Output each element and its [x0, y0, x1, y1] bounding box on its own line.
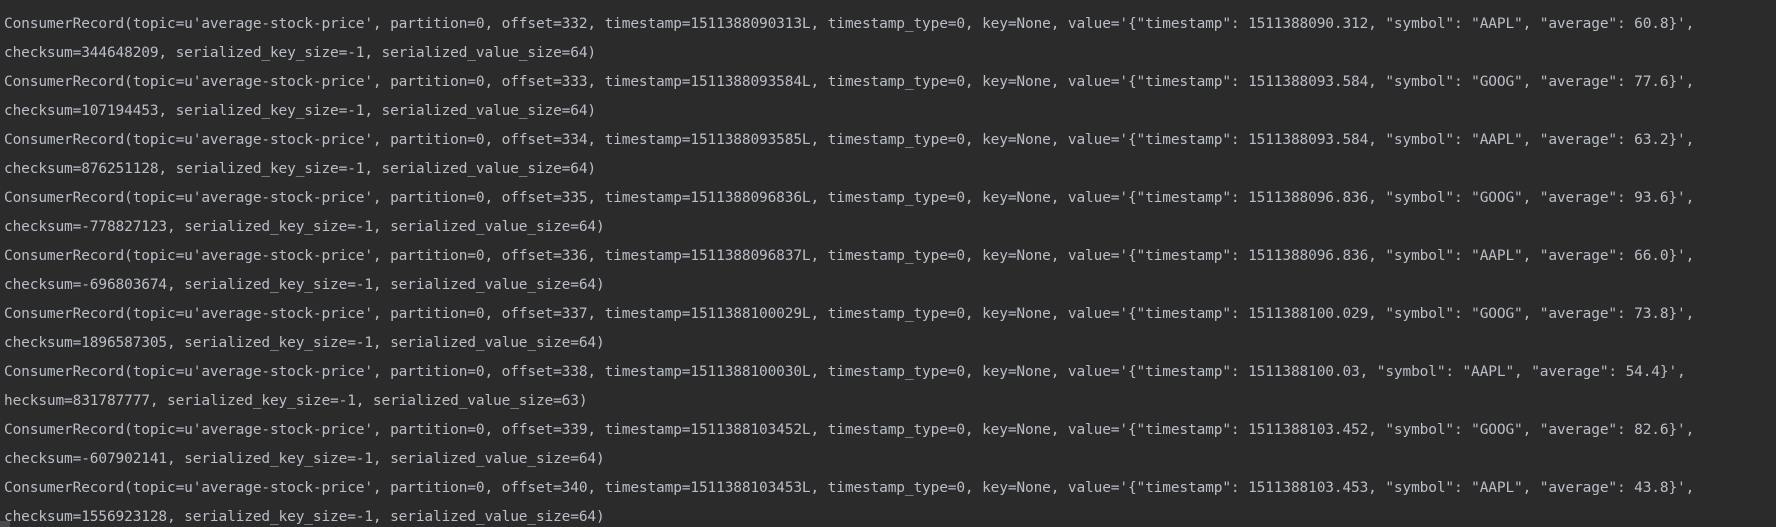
console-line: hecksum=831787777, serialized_key_size=-… — [4, 393, 588, 409]
console-line: ConsumerRecord(topic=u'average-stock-pri… — [4, 16, 1695, 32]
console-line: checksum=107194453, serialized_key_size=… — [4, 103, 597, 119]
console-line: checksum=876251128, serialized_key_size=… — [4, 161, 597, 177]
horizontal-scrollbar-thumb[interactable] — [0, 521, 10, 527]
console-line: checksum=-607902141, serialized_key_size… — [4, 451, 605, 467]
console-line: ConsumerRecord(topic=u'average-stock-pri… — [4, 364, 1686, 380]
console-line: ConsumerRecord(topic=u'average-stock-pri… — [4, 248, 1695, 264]
console-line: checksum=-778827123, serialized_key_size… — [4, 219, 605, 235]
console-output[interactable]: ConsumerRecord(topic=u'average-stock-pri… — [0, 0, 1776, 527]
console-line: ConsumerRecord(topic=u'average-stock-pri… — [4, 74, 1695, 90]
console-line: checksum=-696803674, serialized_key_size… — [4, 277, 605, 293]
console-line: ConsumerRecord(topic=u'average-stock-pri… — [4, 190, 1695, 206]
console-line: ConsumerRecord(topic=u'average-stock-pri… — [4, 306, 1695, 322]
console-line: checksum=1896587305, serialized_key_size… — [4, 335, 605, 351]
console-lines: ConsumerRecord(topic=u'average-stock-pri… — [4, 10, 1776, 527]
console-line: ConsumerRecord(topic=u'average-stock-pri… — [4, 132, 1695, 148]
console-line: ConsumerRecord(topic=u'average-stock-pri… — [4, 422, 1695, 438]
console-line: checksum=344648209, serialized_key_size=… — [4, 45, 597, 61]
console-line: checksum=1556923128, serialized_key_size… — [4, 509, 605, 525]
console-line: ConsumerRecord(topic=u'average-stock-pri… — [4, 480, 1695, 496]
